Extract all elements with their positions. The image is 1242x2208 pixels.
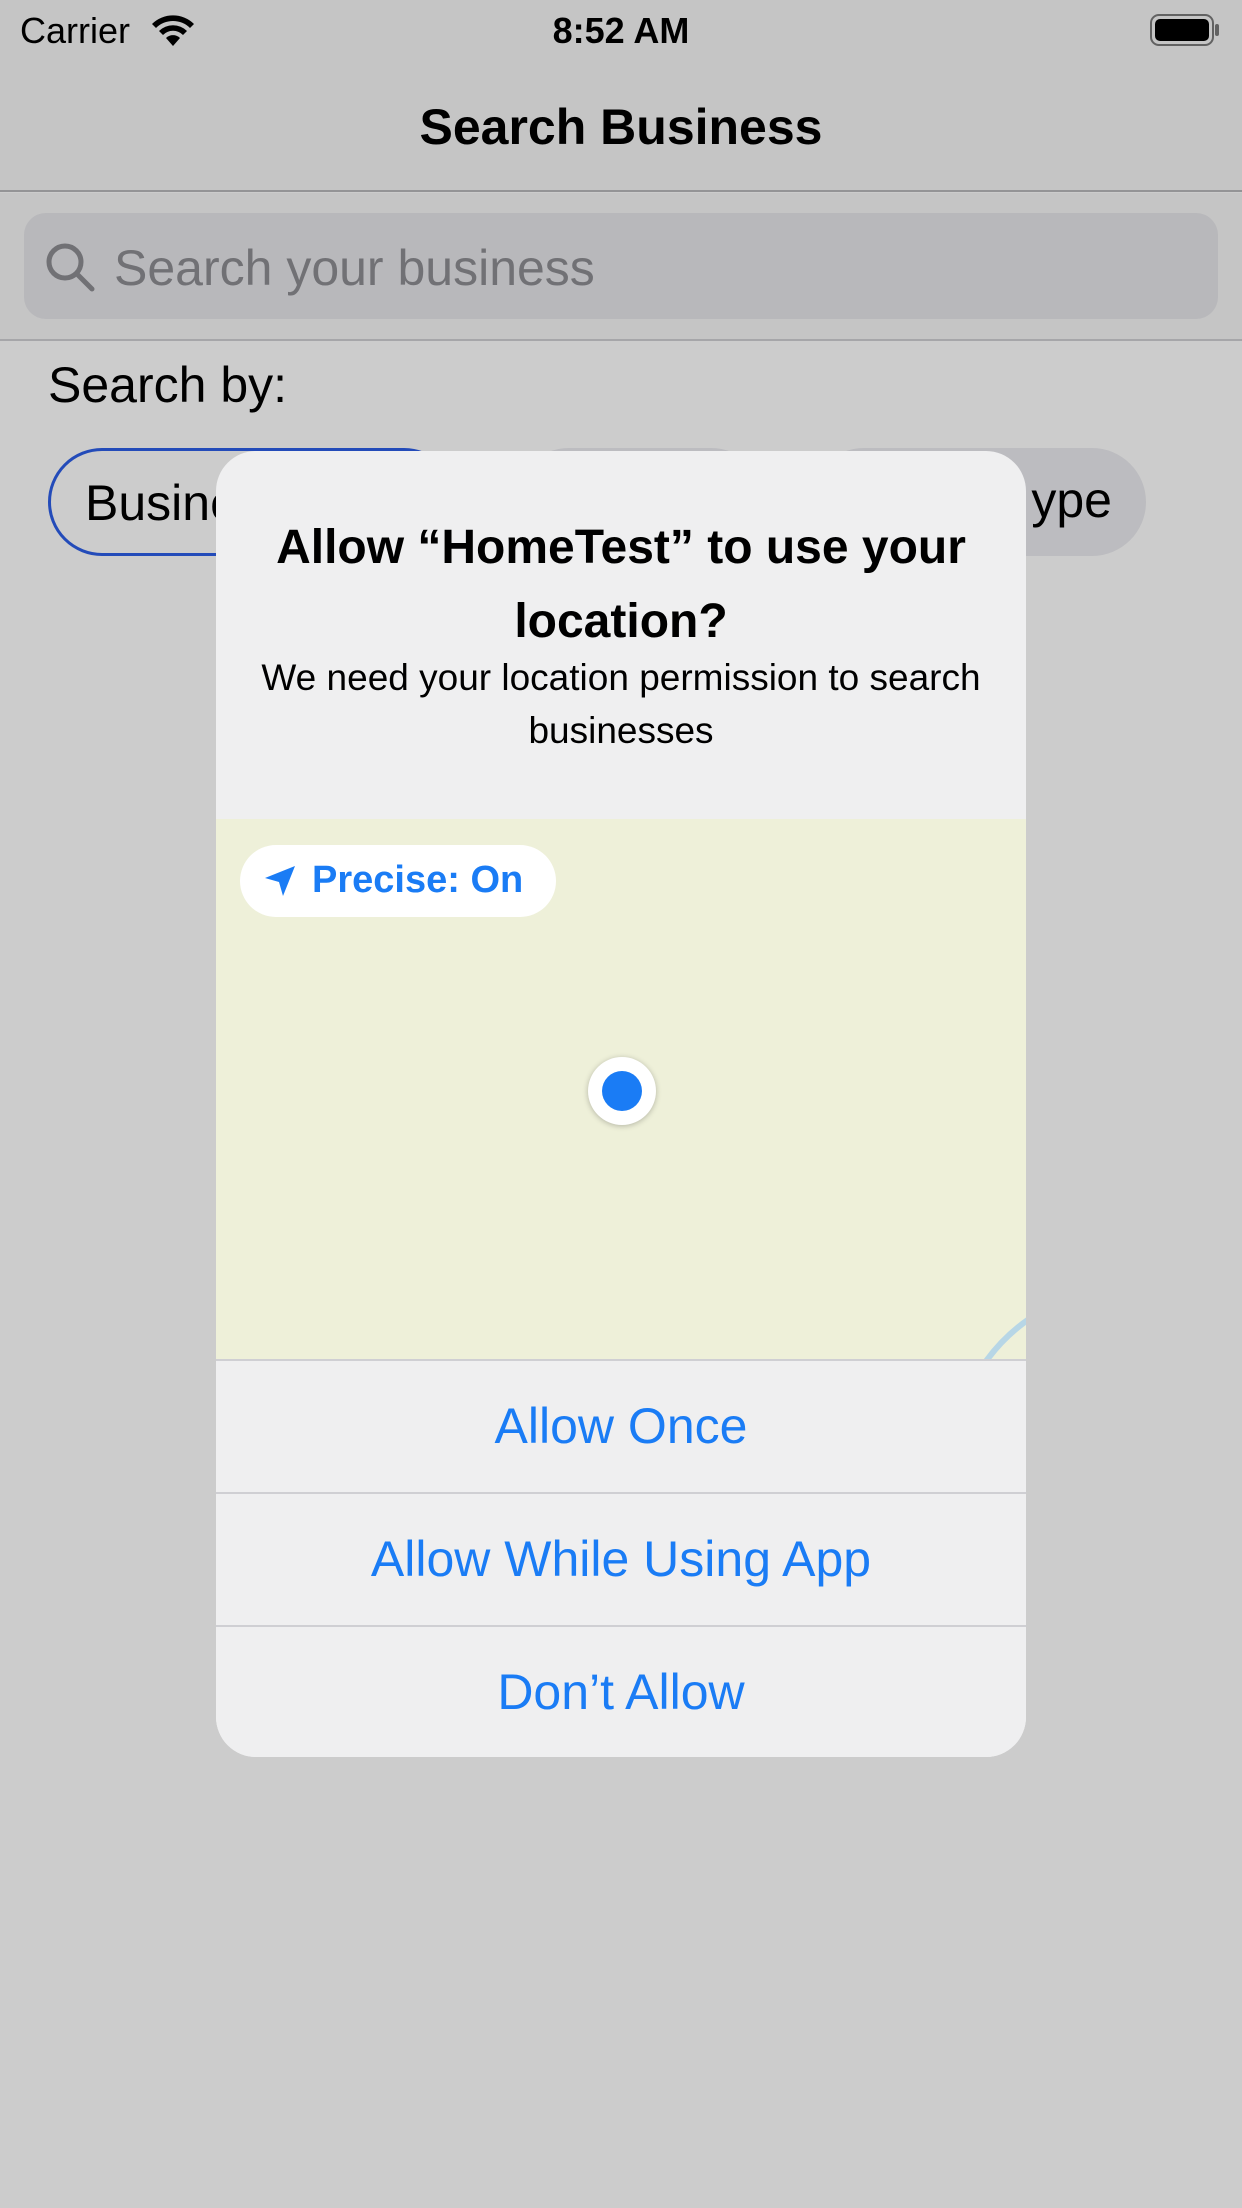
location-permission-alert: Allow “HomeTest” to use your location? W…: [216, 451, 1026, 1757]
allow-once-button[interactable]: Allow Once: [216, 1359, 1026, 1491]
map-road-fragment: [983, 1317, 1026, 1359]
precise-label: Precise: On: [312, 859, 524, 901]
dont-allow-button[interactable]: Don’t Allow: [216, 1625, 1026, 1757]
location-dot-center: [602, 1071, 642, 1111]
location-dot-icon: [588, 1057, 656, 1125]
alert-message: We need your location permission to sear…: [261, 657, 981, 751]
alert-title: Allow “HomeTest” to use your location?: [276, 521, 966, 648]
allow-while-using-button[interactable]: Allow While Using App: [216, 1492, 1026, 1624]
location-arrow-icon: [265, 866, 295, 896]
precise-location-toggle[interactable]: Precise: On: [240, 845, 556, 917]
location-map: Precise: On: [216, 819, 1026, 1359]
